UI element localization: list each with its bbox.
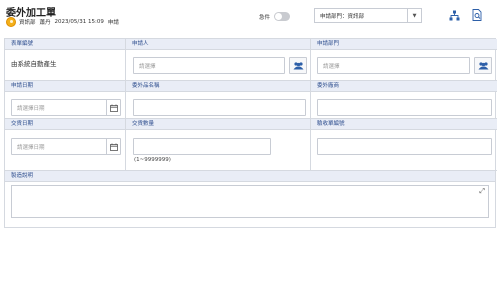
vendor-input[interactable]	[317, 99, 492, 116]
select-applicant-button[interactable]	[289, 57, 307, 74]
calendar-icon	[109, 104, 118, 112]
description-textarea[interactable]: ⤢	[11, 185, 489, 218]
applicant-placeholder: 請選擇	[139, 63, 156, 70]
document-search-button[interactable]	[471, 9, 483, 21]
dept-placeholder: 請選擇	[323, 63, 340, 70]
meta-department: 資訊部	[19, 20, 36, 26]
cell-acceptance: 驗收單編號	[311, 119, 497, 171]
cell-dept: 申請部門 請選擇	[311, 39, 497, 81]
delivery-date-label: 交貨日期	[5, 119, 125, 130]
meta-datetime: 2023/05/31 15:09	[54, 19, 104, 25]
product-input[interactable]	[133, 99, 306, 116]
apply-date-input[interactable]: 請選擇日期	[11, 99, 121, 116]
cell-quantity: 交貨數量 (1~9999999)	[126, 119, 311, 171]
expand-icon[interactable]: ⤢	[479, 188, 485, 195]
vendor-label: 委外廠商	[311, 81, 497, 92]
meta-user: 蕭丹	[39, 20, 51, 26]
acceptance-input[interactable]	[317, 138, 492, 155]
quantity-label: 交貨數量	[126, 119, 310, 130]
urgent-toggle[interactable]	[274, 12, 291, 21]
applicant-label: 申請人	[126, 39, 310, 50]
cell-vendor: 委外廠商	[311, 81, 497, 119]
form-no-label: 表單編號	[5, 39, 125, 50]
urgent-control: 急件	[259, 12, 291, 21]
org-chart-button[interactable]	[448, 9, 460, 21]
select-dept-button[interactable]	[474, 57, 492, 74]
acceptance-label: 驗收單編號	[311, 119, 497, 130]
applicant-input[interactable]: 請選擇	[133, 57, 285, 74]
delivery-date-placeholder: 請選擇日期	[17, 144, 45, 151]
applicant-meta: 資訊部 蕭丹 2023/05/31 15:09 申請	[6, 16, 123, 28]
people-icon	[478, 61, 488, 69]
urgent-label: 急件	[259, 14, 271, 21]
document-search-icon	[472, 9, 481, 21]
people-icon	[293, 61, 303, 69]
meta-status: 申請	[107, 20, 119, 26]
cell-applicant: 申請人 請選擇	[126, 39, 311, 81]
cell-form-no: 表單編號 由系統自動產生	[5, 39, 126, 81]
department-select[interactable]: 申請部門：資訊部 ▼	[314, 8, 422, 23]
chevron-down-icon[interactable]: ▼	[407, 9, 421, 22]
apply-date-label: 申請日期	[5, 81, 125, 92]
org-chart-icon	[449, 10, 459, 20]
delivery-date-input[interactable]: 請選擇日期	[11, 138, 121, 155]
avatar	[6, 17, 16, 27]
cell-description: 製造說明 ⤢	[5, 171, 495, 227]
quantity-hint: (1~9999999)	[134, 157, 171, 163]
cell-delivery-date: 交貨日期 請選擇日期	[5, 119, 126, 171]
department-select-value: 申請部門：資訊部	[320, 13, 365, 20]
apply-date-placeholder: 請選擇日期	[17, 105, 45, 112]
quantity-input[interactable]	[133, 138, 271, 155]
description-label: 製造說明	[5, 171, 495, 182]
calendar-icon	[109, 143, 118, 151]
dept-input[interactable]: 請選擇	[317, 57, 470, 74]
form-no-value: 由系統自動產生	[11, 60, 57, 68]
product-label: 委外品名稱	[126, 81, 310, 92]
calendar-button[interactable]	[106, 139, 120, 154]
dept-label: 申請部門	[311, 39, 497, 50]
cell-product: 委外品名稱	[126, 81, 311, 119]
cell-apply-date: 申請日期 請選擇日期	[5, 81, 126, 119]
calendar-button[interactable]	[106, 100, 120, 115]
form-grid: 表單編號 由系統自動產生 申請人 請選擇 申請部門 請選擇 申請日期 請選擇日期…	[4, 38, 497, 228]
